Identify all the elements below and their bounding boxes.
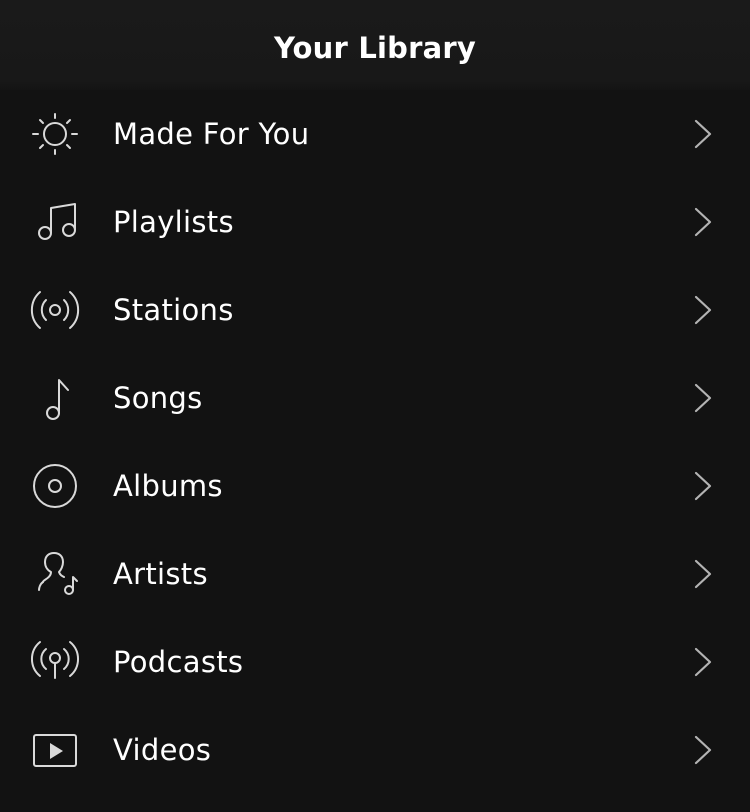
music-note-icon [31, 374, 79, 422]
video-play-icon [31, 726, 79, 774]
item-label: Artists [113, 557, 208, 591]
list-item-made-for-you[interactable]: Made For You [0, 90, 750, 178]
chevron-right-icon [690, 294, 718, 326]
item-label: Stations [113, 293, 234, 327]
list-item-videos[interactable]: Videos [0, 706, 750, 794]
sun-icon [31, 110, 79, 158]
list-item-podcasts[interactable]: Podcasts [0, 618, 750, 706]
list-item-playlists[interactable]: Playlists [0, 178, 750, 266]
album-disc-icon [31, 462, 79, 510]
item-label: Videos [113, 733, 212, 767]
chevron-right-icon [690, 734, 718, 766]
library-list: Made For You Playlists Stations Songs Al… [0, 90, 750, 794]
podcast-antenna-icon [30, 638, 80, 686]
item-label: Made For You [113, 117, 310, 151]
item-label: Songs [113, 381, 203, 415]
list-item-artists[interactable]: Artists [0, 530, 750, 618]
artist-person-note-icon [31, 550, 79, 598]
chevron-right-icon [690, 382, 718, 414]
chevron-right-icon [690, 646, 718, 678]
header-bar: Your Library [0, 0, 750, 90]
item-label: Albums [113, 469, 223, 503]
chevron-right-icon [690, 558, 718, 590]
item-label: Podcasts [113, 645, 244, 679]
list-item-albums[interactable]: Albums [0, 442, 750, 530]
chevron-right-icon [690, 470, 718, 502]
item-label: Playlists [113, 205, 234, 239]
list-item-stations[interactable]: Stations [0, 266, 750, 354]
chevron-right-icon [690, 118, 718, 150]
list-item-songs[interactable]: Songs [0, 354, 750, 442]
double-music-note-icon [31, 198, 79, 246]
page-title: Your Library [274, 31, 476, 65]
chevron-right-icon [690, 206, 718, 238]
radio-waves-icon [30, 286, 80, 334]
